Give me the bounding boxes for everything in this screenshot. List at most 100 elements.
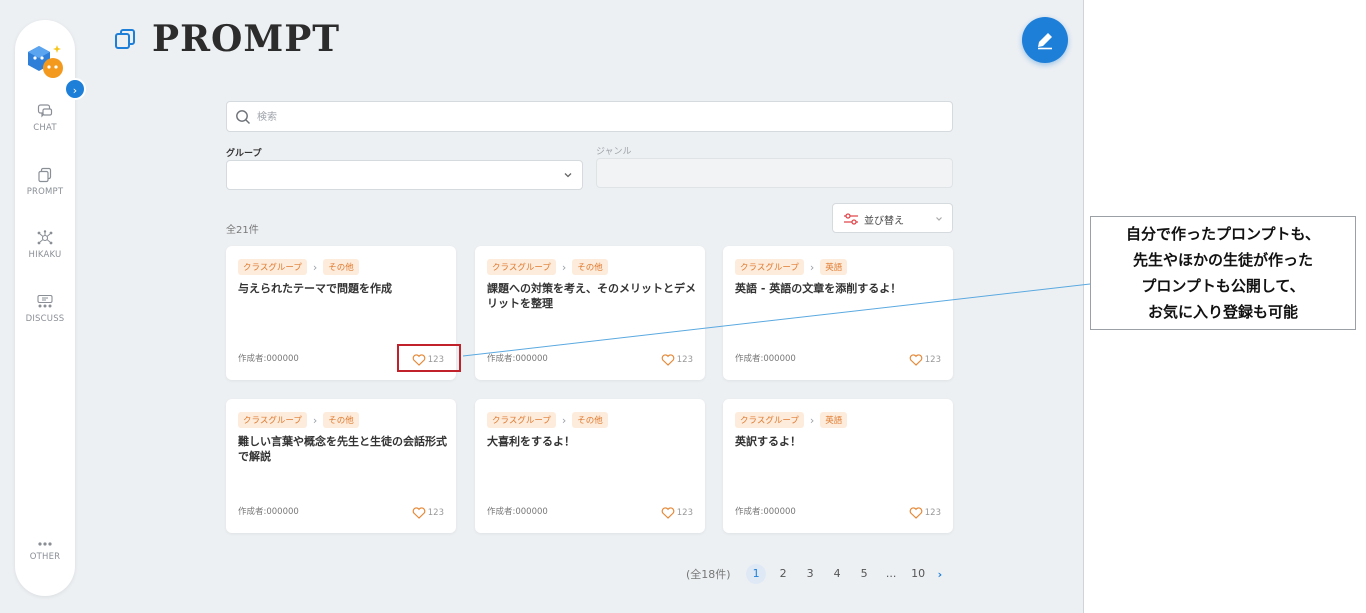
heart-icon [412, 507, 426, 519]
card-title: 与えられたテーマで問題を作成 [238, 282, 392, 295]
like-count: 123 [676, 508, 693, 518]
next-page-icon[interactable]: › [938, 568, 943, 581]
callout-line: プロンプトも公開して、 [1141, 277, 1305, 295]
genre-tag[interactable]: その他 [572, 412, 608, 428]
annotation-callout: 自分で作ったプロンプトも、 先生やほかの生徒が作った プロンプトも公開して、 お… [1090, 216, 1356, 330]
pagination: (全18件) 1 2 3 4 5 ... 10 › [686, 564, 942, 584]
page-ellipsis: ... [885, 567, 897, 580]
callout-line: お気に入り登録も可能 [1147, 303, 1298, 321]
card-author: 作成者:000000 [238, 354, 299, 364]
like-button[interactable]: 123 [661, 354, 693, 366]
like-button[interactable]: 123 [412, 507, 444, 519]
chevron-right-icon: › [561, 260, 567, 274]
sidebar-item-discuss[interactable]: DISCUSS [15, 294, 75, 324]
chevron-right-icon: › [809, 413, 815, 427]
card-tags: クラスグループ › その他 [238, 412, 359, 428]
more-icon [38, 542, 52, 546]
prompt-card[interactable]: クラスグループ › その他 課題への対策を考え、そのメリットとデメリットを整理 … [475, 246, 705, 380]
group-tag[interactable]: クラスグループ [735, 259, 804, 275]
callout-line: 先生やほかの生徒が作った [1132, 251, 1313, 269]
sidebar: CHAT PROMPT HIKAKU DISCUSS OTHER [15, 20, 75, 596]
sidebar-item-prompt[interactable]: PROMPT [15, 167, 75, 197]
sort-label: 並び替え [864, 216, 904, 227]
card-tags: クラスグループ › その他 [487, 412, 608, 428]
prompt-icon [38, 167, 52, 183]
create-prompt-button[interactable] [1022, 17, 1068, 63]
discuss-icon [37, 294, 53, 308]
genre-select[interactable] [596, 158, 953, 188]
pagination-total: (全18件) [686, 568, 731, 581]
chevron-right-icon: › [312, 260, 318, 274]
chevron-right-icon: › [312, 413, 318, 427]
card-tags: クラスグループ › 英語 [735, 412, 848, 428]
card-tags: クラスグループ › その他 [238, 259, 359, 275]
genre-tag[interactable]: その他 [572, 259, 608, 275]
group-tag[interactable]: クラスグループ [487, 412, 556, 428]
page-link[interactable]: 3 [800, 564, 820, 584]
sort-dropdown[interactable]: 並び替え [832, 203, 953, 233]
sidebar-item-label: CHAT [33, 123, 57, 133]
search-input[interactable] [257, 108, 937, 126]
genre-tag[interactable]: 英語 [820, 412, 848, 428]
page-link[interactable]: 1 [746, 564, 767, 584]
group-tag[interactable]: クラスグループ [735, 412, 804, 428]
like-count: 123 [924, 508, 941, 518]
group-tag[interactable]: クラスグループ [238, 412, 307, 428]
genre-tag[interactable]: その他 [323, 259, 359, 275]
card-title: 英語 - 英語の文章を添削するよ！ [735, 282, 902, 295]
group-filter-label: グループ [226, 149, 262, 159]
prompt-card[interactable]: クラスグループ › その他 難しい言葉や概念を先生と生徒の会話形式で解説 作成者… [226, 399, 456, 533]
prompt-card[interactable]: クラスグループ › 英語 英訳するよ！ 作成者:000000 123 [723, 399, 953, 533]
card-author: 作成者:000000 [735, 507, 796, 517]
prompt-card[interactable]: クラスグループ › 英語 英語 - 英語の文章を添削するよ！ 作成者:00000… [723, 246, 953, 380]
sidebar-item-label: HIKAKU [28, 250, 62, 260]
like-button[interactable]: 123 [909, 354, 941, 366]
like-highlight-box [397, 344, 461, 372]
card-author: 作成者:000000 [487, 354, 548, 364]
group-select[interactable] [226, 160, 583, 190]
group-tag[interactable]: クラスグループ [487, 259, 556, 275]
chevron-right-icon: › [561, 413, 567, 427]
like-button[interactable]: 123 [661, 507, 693, 519]
sort-icon [844, 213, 858, 225]
prompt-page-icon [115, 29, 135, 49]
card-author: 作成者:000000 [238, 507, 299, 517]
heart-icon [909, 354, 923, 366]
like-count: 123 [924, 355, 941, 365]
genre-filter-label: ジャンル [596, 147, 632, 157]
app-window: CHAT PROMPT HIKAKU DISCUSS OTHER › PROMP… [0, 0, 1084, 613]
chat-icon [37, 104, 53, 118]
sidebar-item-chat[interactable]: CHAT [15, 103, 75, 133]
card-title: 課題への対策を考え、そのメリットとデメリットを整理 [487, 282, 696, 310]
callout-line: 自分で作ったプロンプトも、 [1125, 225, 1321, 243]
card-title: 英訳するよ！ [735, 435, 801, 448]
prompt-card[interactable]: クラスグループ › その他 大喜利をするよ！ 作成者:000000 123 [475, 399, 705, 533]
card-title: 大喜利をするよ！ [487, 435, 575, 448]
genre-tag[interactable]: 英語 [820, 259, 848, 275]
heart-icon [909, 507, 923, 519]
hikaku-icon [37, 230, 53, 245]
chevron-down-icon [564, 173, 572, 178]
heart-icon [661, 507, 675, 519]
chevron-right-icon: › [809, 260, 815, 274]
heart-icon [661, 354, 675, 366]
card-tags: クラスグループ › 英語 [735, 259, 848, 275]
page-link[interactable]: 4 [827, 564, 847, 584]
sidebar-expand-button[interactable]: › [64, 78, 86, 100]
sidebar-item-label: DISCUSS [25, 314, 65, 324]
card-author: 作成者:000000 [735, 354, 796, 364]
page-title: PROMPT [152, 18, 341, 60]
group-tag[interactable]: クラスグループ [238, 259, 307, 275]
card-tags: クラスグループ › その他 [487, 259, 608, 275]
sidebar-item-other[interactable]: OTHER [15, 540, 75, 562]
sidebar-item-hikaku[interactable]: HIKAKU [15, 230, 75, 260]
app-logo-icon[interactable] [23, 40, 67, 84]
page-link[interactable]: 10 [908, 564, 928, 584]
genre-tag[interactable]: その他 [323, 412, 359, 428]
chevron-down-icon [936, 217, 942, 221]
page-link[interactable]: 2 [773, 564, 793, 584]
result-count: 全21件 [226, 225, 259, 236]
search-icon [236, 110, 250, 124]
page-link[interactable]: 5 [854, 564, 874, 584]
like-button[interactable]: 123 [909, 507, 941, 519]
